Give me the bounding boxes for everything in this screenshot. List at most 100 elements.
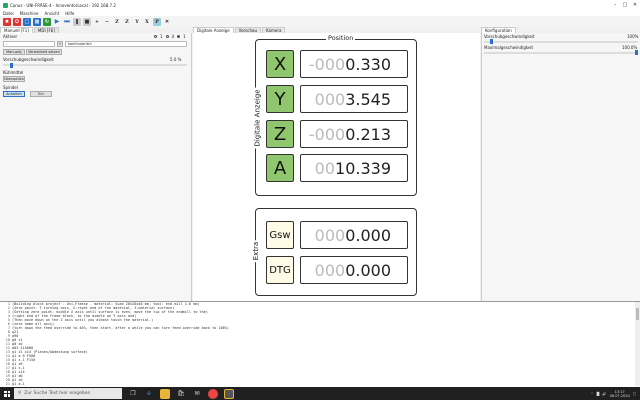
extra-gsw-value: 000 0.000 bbox=[300, 221, 408, 249]
coolant-label: Kühlmittel bbox=[3, 70, 24, 75]
dro-panel: Position Digitale Anzeige X -000 0.330 Y … bbox=[193, 33, 480, 301]
extra-dtg-label[interactable]: DTG bbox=[266, 256, 294, 284]
radio-4-label: 4 bbox=[171, 34, 175, 39]
clear-icon[interactable]: ✕ bbox=[163, 18, 171, 26]
axis-x-value: -000 0.330 bbox=[300, 50, 408, 78]
feed-override-value: 100% bbox=[627, 34, 639, 39]
edge-icon[interactable]: e bbox=[144, 389, 154, 399]
set-dwell-button[interactable]: Verweilzeit setzen bbox=[26, 49, 62, 55]
estop-icon[interactable]: ✖ bbox=[3, 17, 11, 26]
tray-up-icon[interactable]: ⌃ bbox=[591, 392, 594, 396]
axis-y-label[interactable]: Y bbox=[266, 85, 294, 113]
taskbar-search-placeholder: Zur Suche Text hier eingeben bbox=[24, 391, 91, 396]
notification-icon[interactable]: □ bbox=[633, 392, 636, 396]
canus-task-icon[interactable] bbox=[224, 388, 234, 399]
radio-1[interactable] bbox=[154, 35, 157, 38]
manually-button[interactable]: Manually bbox=[3, 49, 25, 55]
search-icon: ⚲ bbox=[18, 391, 22, 396]
radio-selected[interactable] bbox=[177, 35, 181, 38]
menu-datei[interactable]: Datei bbox=[0, 11, 17, 16]
menu-ansicht[interactable]: Ansicht bbox=[42, 11, 63, 16]
flood-button[interactable]: Überspülen bbox=[3, 76, 25, 82]
reload-icon[interactable]: ↻ bbox=[43, 17, 51, 26]
explorer-icon[interactable] bbox=[160, 388, 170, 399]
step-icon[interactable]: ⏭ bbox=[63, 18, 71, 26]
zoom-in-icon[interactable]: + bbox=[93, 18, 101, 26]
volume-icon[interactable]: 🔊 bbox=[602, 392, 606, 396]
feed-override-slider[interactable] bbox=[484, 41, 638, 43]
power-icon[interactable]: ⏻ bbox=[13, 17, 21, 26]
app-icon bbox=[3, 2, 8, 8]
gcode-line-number: 21 bbox=[5, 382, 10, 386]
taskbar: ⚲ Zur Suche Text hier eingeben ❐ e 🛍 ✉ ⌃… bbox=[0, 387, 640, 400]
extra-row-gsw: Gsw 000 0.000 bbox=[266, 221, 408, 249]
max-velocity-slider-thumb[interactable] bbox=[635, 50, 638, 55]
spindle-on-button[interactable]: Ein bbox=[30, 91, 52, 97]
title-bar: Canus - UNI-FRÄSE-4 - InnoventorLocal - … bbox=[0, 0, 640, 10]
task-view-icon[interactable]: ❐ bbox=[128, 389, 138, 399]
dro-row-x: X -000 0.330 bbox=[266, 50, 408, 78]
max-velocity-label: Maximalgeschwindigkeit bbox=[484, 45, 534, 50]
system-tray: ⌃ █ 🔊 13:17 06.07.2020 □ bbox=[591, 387, 636, 400]
axis-y-value: 000 3.545 bbox=[300, 85, 408, 113]
feed-speed-slider[interactable] bbox=[3, 64, 187, 66]
digital-display-title: Digitale Anzeige bbox=[253, 87, 262, 149]
activ-label: Aktiver bbox=[3, 34, 18, 39]
zoom-out-icon[interactable]: − bbox=[103, 18, 111, 26]
jog-plus-button[interactable]: + bbox=[57, 41, 63, 47]
jog-axis-select[interactable]: - bbox=[3, 41, 55, 47]
view-y-icon[interactable]: Y bbox=[133, 18, 141, 26]
view-z-icon[interactable]: Z bbox=[113, 18, 121, 26]
feed-speed-slider-thumb[interactable] bbox=[10, 62, 13, 68]
max-velocity-slider[interactable] bbox=[484, 52, 638, 54]
radio-4[interactable] bbox=[165, 35, 169, 38]
windows-start-icon[interactable] bbox=[2, 389, 12, 399]
dro-row-z: Z -000 0.213 bbox=[266, 120, 408, 148]
axis-x-label[interactable]: X bbox=[266, 50, 294, 78]
extra-dtg-value: 000 0.000 bbox=[300, 256, 408, 284]
store-icon[interactable]: 🛍 bbox=[176, 389, 186, 399]
extra-gsw-label[interactable]: Gsw bbox=[266, 221, 294, 249]
axis-a-value: 00 10.339 bbox=[300, 154, 408, 182]
menu-hilfe[interactable]: Hilfe bbox=[62, 11, 77, 16]
open-file-icon[interactable]: □ bbox=[23, 17, 31, 26]
gcode-listing[interactable]: 1 (Building block project - Uni-Fraese - … bbox=[0, 301, 640, 387]
extra-row-dtg: DTG 000 0.000 bbox=[266, 256, 408, 284]
chrome-icon[interactable] bbox=[208, 388, 218, 399]
maximize-icon[interactable]: □ bbox=[620, 0, 630, 10]
clock[interactable]: 13:17 06.07.2020 bbox=[610, 390, 630, 398]
clock-date: 06.07.2020 bbox=[609, 393, 630, 398]
feed-speed-value: 5.0 % bbox=[170, 57, 182, 62]
stop-icon[interactable]: ■ bbox=[83, 17, 91, 26]
dro-row-y: Y 000 3.545 bbox=[266, 85, 408, 113]
taskbar-search[interactable]: ⚲ Zur Suche Text hier eingeben bbox=[14, 388, 122, 399]
view-z2-icon[interactable]: Z bbox=[123, 18, 131, 26]
gcode-line[interactable]: 21 g1 a-1 bbox=[0, 382, 640, 386]
save-file-icon[interactable]: ▩ bbox=[33, 17, 41, 26]
spindle-stop-button[interactable]: Anhalten bbox=[3, 91, 25, 97]
window-title: Canus - UNI-FRÄSE-4 - InnoventorLocal - … bbox=[10, 2, 116, 8]
feed-speed-label: Vorschubgeschwindigkeit bbox=[3, 57, 54, 62]
gcode-line-text: (turn down the feed override to 40%, the… bbox=[12, 326, 230, 330]
gcode-scrollbar-thumb[interactable] bbox=[636, 308, 639, 320]
left-panel: Aktiver 1 4 1 - + kontinuierlich Manuall… bbox=[0, 33, 192, 301]
axis-z-label[interactable]: Z bbox=[266, 120, 294, 148]
position-title: Position bbox=[326, 34, 356, 42]
radio-selected-label: 1 bbox=[183, 34, 186, 39]
pause-icon[interactable]: ❚ bbox=[73, 17, 81, 26]
view-x-icon[interactable]: X bbox=[143, 18, 151, 26]
radio-1-label: 1 bbox=[160, 34, 163, 39]
view-p-icon[interactable]: P bbox=[153, 17, 161, 26]
toolbar: ✖ ⏻ □ ▩ ↻ ▶ ⏭ ❚ ■ + − Z Z Y X P ✕ bbox=[0, 16, 640, 27]
run-icon[interactable]: ▶ bbox=[53, 18, 61, 26]
right-panel: Vorschubgeschwindigkeit 100% Maximalgesc… bbox=[481, 33, 640, 301]
jog-mode-select[interactable]: kontinuierlich bbox=[65, 41, 187, 47]
feed-override-slider-thumb[interactable] bbox=[490, 39, 493, 44]
network-icon[interactable]: █ bbox=[597, 392, 600, 396]
mail-icon[interactable]: ✉ bbox=[192, 389, 202, 399]
minimize-icon[interactable]: – bbox=[610, 0, 620, 10]
axis-a-label[interactable]: A bbox=[266, 154, 294, 182]
gcode-line-text: g1 a-1 bbox=[12, 382, 25, 386]
menu-maschine[interactable]: Maschine bbox=[17, 11, 42, 16]
close-icon[interactable]: ✕ bbox=[630, 0, 640, 10]
